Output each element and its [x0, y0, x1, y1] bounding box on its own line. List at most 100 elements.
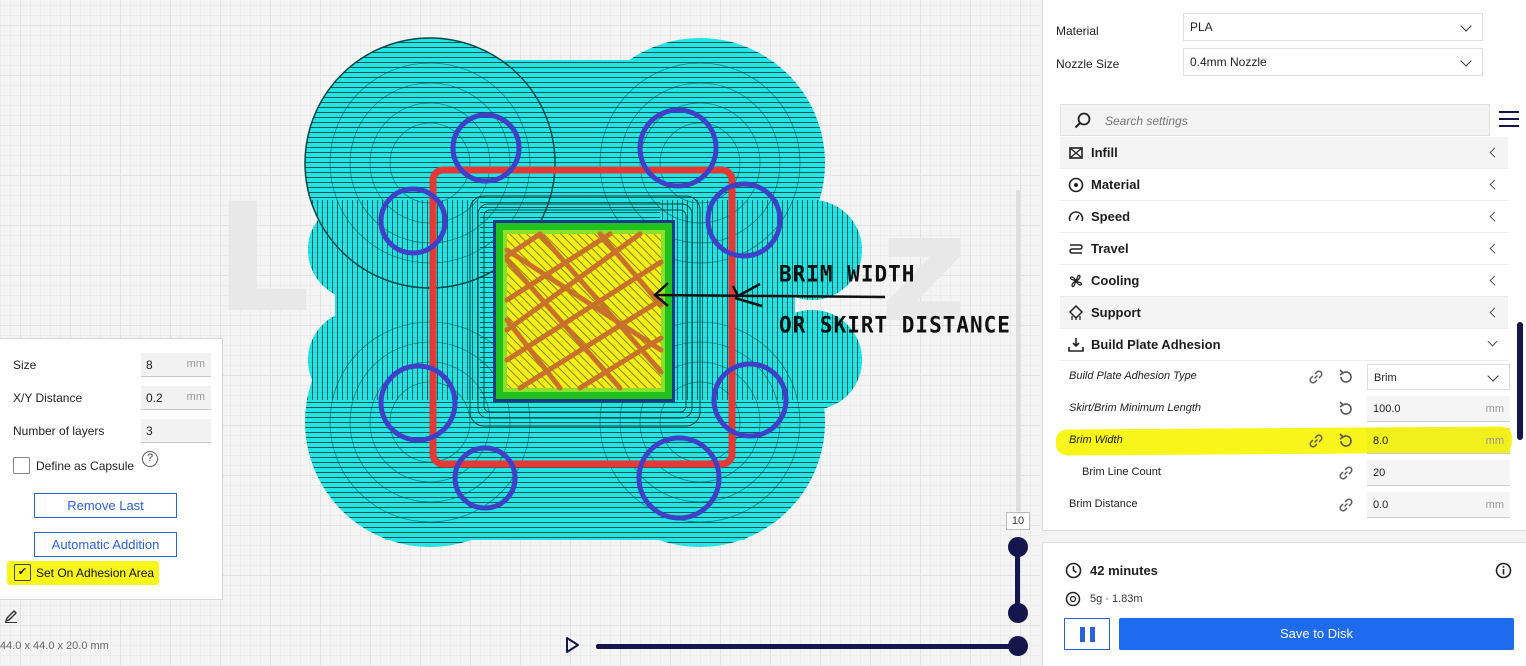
xy-distance-input[interactable]: 0.2 mm	[141, 386, 211, 410]
help-icon[interactable]: ?	[142, 451, 158, 467]
nozzle-size-select[interactable]: 0.4mm Nozzle	[1183, 48, 1483, 76]
category-build-plate-adhesion[interactable]: Build Plate Adhesion	[1060, 329, 1508, 361]
print-settings-panel: Material PLA Nozzle Size 0.4mm Nozzle In…	[1042, 0, 1526, 531]
skirt-brim-min-length-value: 100.0	[1373, 403, 1401, 415]
link-icon[interactable]	[1307, 368, 1325, 386]
number-of-layers-label: Number of layers	[13, 424, 105, 438]
support-icon	[1068, 305, 1084, 320]
link-icon[interactable]	[1307, 432, 1325, 450]
brim-width-input[interactable]: 8.0 mm	[1367, 428, 1510, 454]
chevron-down-icon	[1460, 20, 1472, 32]
print-time: 42 minutes	[1090, 563, 1158, 578]
link-icon[interactable]	[1337, 496, 1355, 514]
settings-scrollbar[interactable]	[1517, 322, 1523, 440]
reset-icon[interactable]	[1337, 400, 1355, 418]
category-travel[interactable]: Travel	[1060, 233, 1508, 265]
number-of-layers-input[interactable]: 3	[141, 419, 211, 443]
automatic-addition-button[interactable]: Automatic Addition	[34, 532, 177, 557]
remove-last-button[interactable]: Remove Last	[34, 493, 177, 518]
nozzle-size-value: 0.4mm Nozzle	[1190, 55, 1267, 69]
watermark-letter: L	[215, 172, 311, 346]
path-slider-handle[interactable]	[1008, 636, 1028, 656]
material-select[interactable]: PLA	[1183, 13, 1483, 41]
layer-slider-bottom-handle[interactable]	[1008, 603, 1028, 623]
reset-icon[interactable]	[1337, 368, 1355, 386]
xy-distance-row: X/Y Distance 0.2 mm	[13, 386, 213, 410]
clock-icon	[1065, 562, 1082, 579]
category-label: Travel	[1091, 241, 1129, 256]
set-on-adhesion-area-label: Set On Adhesion Area	[36, 566, 155, 580]
pause-icon	[1090, 627, 1095, 642]
chevron-left-icon	[1489, 243, 1500, 254]
setting-skirt-brim-min-length: Skirt/Brim Minimum Length 100.0 mm	[1060, 393, 1510, 425]
chevron-left-icon	[1489, 179, 1500, 190]
define-as-capsule-label: Define as Capsule	[36, 459, 135, 473]
category-infill[interactable]: Infill	[1060, 137, 1508, 169]
category-label: Cooling	[1091, 273, 1140, 288]
travel-icon	[1069, 244, 1083, 254]
material-usage: 5g · 1.83m	[1090, 593, 1143, 605]
brim-distance-value: 0.0	[1373, 499, 1389, 511]
category-label: Speed	[1091, 209, 1131, 224]
setting-brim-line-count: Brim Line Count 20	[1060, 457, 1510, 489]
chevron-left-icon	[1489, 147, 1500, 158]
set-on-adhesion-area-row[interactable]: ✔ Set On Adhesion Area	[7, 561, 159, 585]
number-of-layers-value: 3	[146, 424, 153, 438]
save-to-disk-button[interactable]: Save to Disk	[1119, 618, 1514, 650]
brim-line-count-input[interactable]: 20	[1367, 460, 1510, 486]
support-blocker-tool-panel: Size 8 mm X/Y Distance 0.2 mm Number of …	[0, 338, 223, 600]
setting-label: Brim Line Count	[1082, 466, 1161, 478]
category-speed[interactable]: Speed	[1060, 201, 1508, 233]
setting-brim-distance: Brim Distance 0.0 mm	[1060, 489, 1510, 521]
material-icon	[1068, 177, 1084, 193]
setting-label: Brim Width	[1069, 434, 1123, 446]
category-label: Build Plate Adhesion	[1091, 337, 1221, 352]
pencil-icon[interactable]	[4, 609, 18, 623]
setting-label: Skirt/Brim Minimum Length	[1069, 402, 1202, 414]
define-as-capsule-checkbox[interactable]	[13, 457, 30, 474]
link-icon[interactable]	[1337, 464, 1355, 482]
info-icon[interactable]	[1495, 562, 1512, 579]
adhesion-icon	[1068, 338, 1084, 352]
set-on-adhesion-area-checkbox[interactable]: ✔	[14, 564, 31, 581]
category-label: Infill	[1091, 145, 1118, 160]
pause-slicing-button[interactable]	[1064, 618, 1110, 650]
size-row: Size 8 mm	[13, 353, 213, 377]
fan-icon	[1069, 274, 1083, 288]
xy-distance-unit: mm	[186, 391, 205, 403]
pause-icon	[1080, 627, 1085, 642]
chevron-down-icon	[1487, 370, 1499, 382]
category-material[interactable]: Material	[1060, 169, 1508, 201]
adhesion-type-select[interactable]: Brim	[1367, 364, 1510, 390]
play-icon[interactable]	[563, 636, 581, 654]
setting-brim-width: Brim Width 8.0 mm	[1060, 425, 1510, 457]
search-icon	[1074, 112, 1091, 129]
size-input[interactable]: 8 mm	[141, 353, 211, 377]
material-label: Material	[1056, 24, 1099, 38]
reset-icon[interactable]	[1337, 432, 1355, 450]
print-action-panel: 42 minutes 5g · 1.83m Save to Disk	[1042, 542, 1526, 666]
layer-slider-top-handle[interactable]	[1008, 537, 1028, 557]
layer-number-field[interactable]: 10	[1006, 512, 1030, 530]
brim-width-value: 8.0	[1373, 435, 1389, 447]
path-slider-track[interactable]	[596, 644, 1020, 649]
annotation-skirt-distance: OR SKIRT DISTANCE	[779, 312, 1011, 338]
size-value: 8	[146, 358, 153, 372]
settings-menu-icon[interactable]	[1499, 110, 1519, 128]
infill-icon	[1069, 147, 1083, 159]
annotation-brim-width: BRIM WIDTH	[779, 261, 916, 287]
chevron-left-icon	[1489, 211, 1500, 222]
skirt-brim-min-length-input[interactable]: 100.0 mm	[1367, 396, 1510, 422]
material-value: PLA	[1190, 20, 1213, 34]
category-label: Material	[1091, 177, 1141, 192]
search-input[interactable]	[1105, 114, 1405, 128]
layer-slider-track[interactable]	[1016, 190, 1020, 512]
search-settings-box[interactable]	[1060, 104, 1490, 136]
size-unit: mm	[186, 358, 205, 370]
brim-distance-input[interactable]: 0.0 mm	[1367, 492, 1510, 518]
setting-label: Build Plate Adhesion Type	[1069, 370, 1197, 382]
xy-distance-label: X/Y Distance	[13, 391, 83, 405]
category-cooling[interactable]: Cooling	[1060, 265, 1508, 297]
category-support[interactable]: Support	[1060, 297, 1508, 329]
setting-label: Brim Distance	[1069, 498, 1138, 510]
